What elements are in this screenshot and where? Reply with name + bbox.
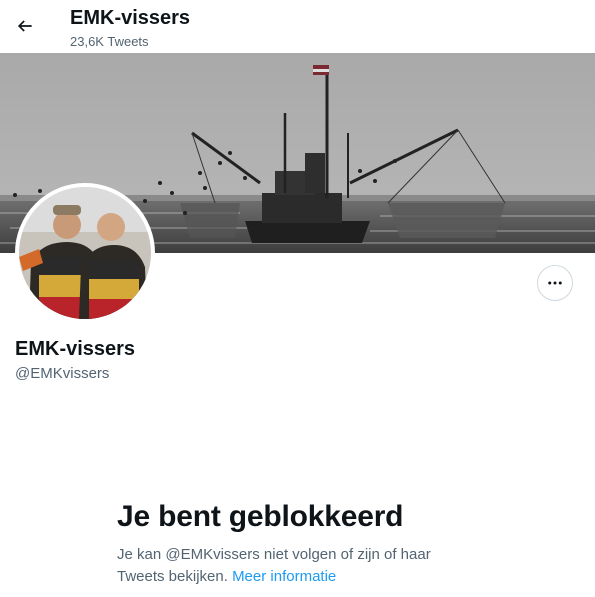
more-horizontal-icon xyxy=(548,281,562,285)
blocked-title: Je bent geblokkeerd xyxy=(117,500,404,533)
profile-name: EMK-vissers xyxy=(15,338,136,360)
header-title: EMK-vissers xyxy=(70,7,191,29)
more-options-button[interactable] xyxy=(537,265,573,301)
profile-header: EMK-vissers 23,6K Tweets xyxy=(0,0,595,53)
blocked-message: Je kan @EMKvissers niet volgen of zijn o… xyxy=(117,544,457,588)
tweet-count: 23,6K Tweets xyxy=(70,34,149,49)
blocked-message-line1: Je kan @EMKvissers niet volgen of zijn o… xyxy=(117,546,431,563)
back-button[interactable] xyxy=(8,9,42,43)
avatar[interactable] xyxy=(15,183,155,323)
profile-handle: @EMKvissers xyxy=(15,365,110,382)
arrow-left-icon xyxy=(17,20,32,32)
blocked-message-line2: Tweets bekijken. xyxy=(117,568,228,585)
avatar-image xyxy=(19,187,151,319)
learn-more-link[interactable]: Meer informatie xyxy=(232,568,336,585)
